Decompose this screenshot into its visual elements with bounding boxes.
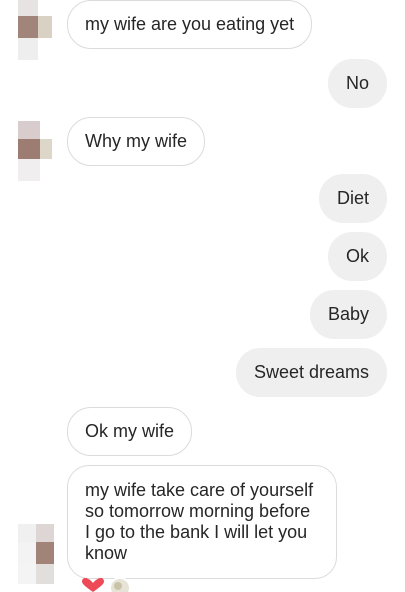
message-bubble-incoming[interactable]: my wife are you eating yet	[67, 0, 313, 49]
sender-avatar[interactable]	[18, 524, 56, 584]
message-bubble-outgoing[interactable]: Diet	[318, 174, 387, 223]
message-bubble-incoming[interactable]: Ok my wife	[67, 407, 193, 456]
message-bubble-outgoing[interactable]: Baby	[309, 290, 387, 339]
chat-thread: my wife are you eating yet No Why my wif…	[0, 0, 405, 592]
message-bubble-outgoing[interactable]: Sweet dreams	[235, 348, 387, 397]
sender-avatar[interactable]	[18, 0, 52, 60]
sender-avatar[interactable]	[18, 121, 52, 181]
message-bubble-incoming[interactable]: my wife take care of yourself so tomorro…	[67, 465, 337, 579]
message-bubble-incoming[interactable]: Why my wife	[67, 117, 206, 166]
message-bubble-outgoing[interactable]: No	[327, 59, 387, 108]
message-bubble-outgoing[interactable]: Ok	[327, 232, 387, 281]
